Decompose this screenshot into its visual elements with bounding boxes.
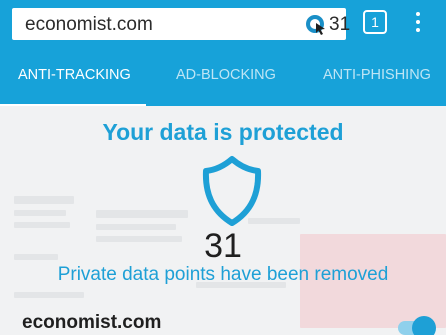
protection-headline: Your data is protected xyxy=(102,119,344,145)
tab-ad-blocking[interactable]: AD-BLOCKING xyxy=(176,48,276,106)
removed-data-count: 31 xyxy=(204,227,242,265)
shield-icon xyxy=(202,156,262,226)
tab-anti-tracking[interactable]: ANTI-TRACKING xyxy=(18,48,131,106)
removed-data-caption: Private data points have been removed xyxy=(57,264,389,285)
ghostery-badge[interactable]: 31 xyxy=(305,14,350,36)
tracker-count: 31 xyxy=(329,14,351,35)
background-page-block xyxy=(14,196,74,204)
background-page-block xyxy=(14,210,66,216)
feature-tabs: ANTI-TRACKING AD-BLOCKING ANTI-PHISHING xyxy=(0,48,446,106)
anti-tracking-panel: Your data is protected 31 Private data p… xyxy=(0,106,446,335)
browser-toolbar: economist.com 31 1 xyxy=(0,0,446,48)
background-page-block xyxy=(14,292,84,298)
more-vert-icon[interactable] xyxy=(410,10,426,34)
site-name: economist.com xyxy=(22,312,162,333)
toggle-knob xyxy=(412,316,436,335)
url-text: economist.com xyxy=(25,14,153,35)
url-bar[interactable]: economist.com 31 xyxy=(12,8,350,40)
tab-switcher-button[interactable]: 1 xyxy=(363,10,387,34)
background-page-block xyxy=(96,210,188,218)
ghostery-icon xyxy=(306,15,325,35)
tab-anti-phishing[interactable]: ANTI-PHISHING xyxy=(323,48,431,106)
site-protection-toggle[interactable] xyxy=(394,314,440,335)
